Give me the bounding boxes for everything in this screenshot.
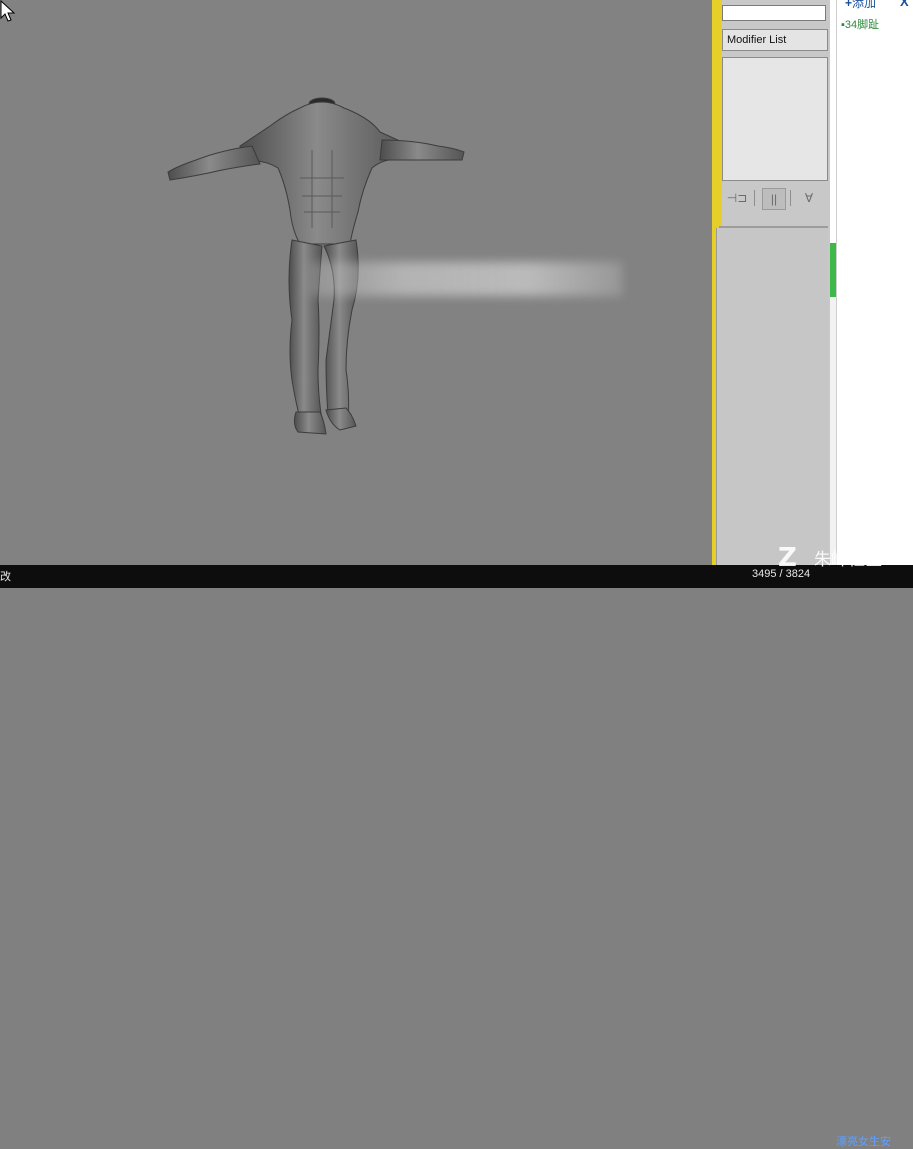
mouse-cursor-icon: [0, 0, 16, 22]
modifier-parameters-area: [719, 226, 828, 564]
viewport-perspective[interactable]: [0, 0, 712, 565]
make-unique-icon[interactable]: ∀: [798, 188, 820, 208]
object-name-field[interactable]: [722, 5, 826, 21]
status-link[interactable]: 漂亮女生安: [836, 1133, 891, 1149]
blurred-overlay: [310, 262, 622, 296]
close-icon[interactable]: X: [900, 0, 909, 9]
show-end-result-icon[interactable]: ||: [762, 188, 786, 210]
status-text: 改: [0, 571, 11, 583]
add-button[interactable]: +添加: [845, 0, 876, 11]
watermark-text: 朱峰社区: [814, 550, 882, 569]
tutorial-side-panel: +添加 X ▪34脚趾: [836, 0, 913, 565]
modifier-stack-list[interactable]: [722, 57, 828, 181]
modifier-stack-toolbar: ⊣⊐ || ∀: [722, 186, 828, 210]
status-bar: 改 3495 / 3824 漂亮女生安: [0, 565, 913, 1148]
list-item[interactable]: ▪34脚趾: [841, 16, 879, 32]
modifier-list-dropdown[interactable]: Modifier List: [722, 29, 828, 51]
pin-stack-icon[interactable]: ⊣⊐: [726, 188, 748, 208]
watermark-logo: Z: [778, 543, 797, 573]
